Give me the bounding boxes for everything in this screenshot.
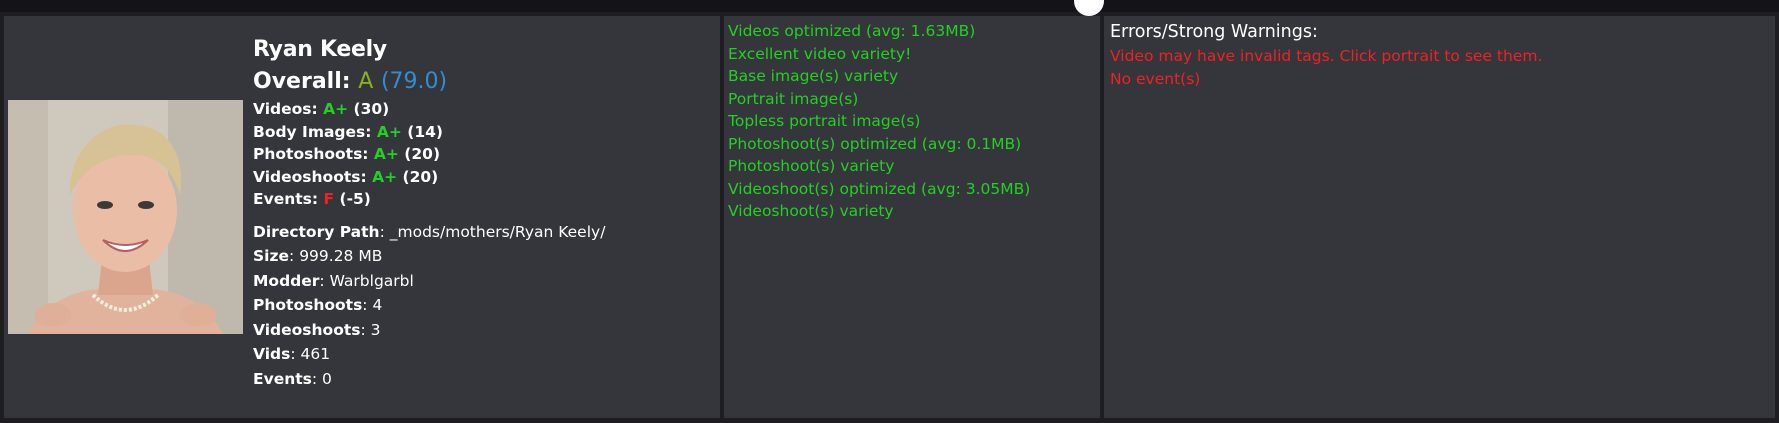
- stat-label: Videoshoots: [253, 167, 361, 186]
- stat-label: Photoshoots: [253, 145, 363, 163]
- stat-colon: :: [362, 145, 369, 163]
- top-bar: [0, 0, 1779, 16]
- meta-colon: :: [290, 345, 296, 364]
- passed-checks-panel: Videos optimized (avg: 1.63MB) Excellent…: [724, 16, 1100, 418]
- stat-count: (-5): [339, 190, 371, 208]
- meta-colon: :: [362, 296, 368, 315]
- check-item: Excellent video variety!: [728, 44, 912, 63]
- stat-colon: :: [360, 167, 367, 186]
- stat-grade: A+: [323, 100, 349, 118]
- error-item: No event(s): [1110, 70, 1201, 88]
- meta-colon: :: [379, 222, 385, 241]
- check-item: Base image(s) variety: [728, 67, 899, 85]
- meta-colon: :: [360, 320, 366, 339]
- meta-value: Warblgarbl: [329, 271, 414, 290]
- check-item: Photoshoot(s) optimized (avg: 0.1MB): [728, 134, 1022, 153]
- meta-label: Directory Path: [253, 222, 380, 241]
- stat-count: (20): [404, 145, 441, 163]
- meta-photoshoots: Photoshoots: 4: [253, 293, 605, 318]
- stat-label: Videos: [253, 100, 312, 118]
- meta-value: 4: [372, 296, 383, 315]
- meta-videoshoots: Videoshoots: 3: [253, 318, 605, 343]
- stat-grade: A+: [372, 167, 398, 186]
- meta-label: Photoshoots: [253, 296, 363, 315]
- meta-events: Events: 0: [253, 367, 605, 392]
- overall-label: Overall:: [253, 69, 351, 94]
- overall-score: (79.0): [380, 69, 448, 94]
- portrait-illustration: [8, 100, 243, 334]
- error-item: Video may have invalid tags. Click portr…: [1110, 47, 1543, 65]
- stat-colon: :: [311, 100, 318, 118]
- meta-label: Size: [253, 247, 290, 266]
- meta-label: Vids: [253, 345, 291, 364]
- errors-title: Errors/Strong Warnings:: [1110, 22, 1318, 42]
- meta-value: 0: [322, 370, 332, 389]
- stat-videoshoots: Videoshoots: A+ (20): [253, 166, 605, 189]
- meta-label: Modder: [253, 271, 320, 290]
- meta-label: Events: [253, 370, 312, 389]
- overall-grade: A: [358, 69, 374, 94]
- meta-value: 999.28 MB: [299, 247, 383, 266]
- check-item: Videoshoot(s) optimized (avg: 3.05MB): [728, 179, 1031, 198]
- profile-name: Ryan Keely: [253, 37, 387, 62]
- passed-checks-list: Videos optimized (avg: 1.63MB) Excellent…: [728, 20, 1030, 223]
- scroll-handle[interactable]: [1074, 0, 1104, 16]
- meta-size: Size: 999.28 MB: [253, 244, 605, 269]
- stat-videos: Videos: A+ (30): [253, 98, 605, 121]
- meta-vids: Vids: 461: [253, 342, 605, 367]
- mod-details: Directory Path: _mods/mothers/Ryan Keely…: [253, 220, 605, 392]
- stat-label: Events: [253, 190, 312, 208]
- errors-list: Errors/Strong Warnings: Video may have i…: [1110, 20, 1542, 91]
- meta-value: 461: [300, 345, 331, 364]
- portrait-image[interactable]: [8, 100, 243, 334]
- grade-stats: Videos: A+ (30) Body Images: A+ (14) Pho…: [253, 98, 605, 211]
- stat-grade: F: [323, 190, 335, 208]
- check-item: Videoshoot(s) variety: [728, 202, 894, 220]
- meta-colon: :: [311, 370, 318, 389]
- meta-colon: :: [289, 247, 295, 266]
- stat-events: Events: F (-5): [253, 188, 605, 211]
- stat-body-images: Body Images: A+ (14): [253, 121, 605, 144]
- stat-colon: :: [365, 122, 372, 141]
- meta-value: _mods/mothers/Ryan Keely/: [389, 222, 606, 241]
- stat-grade: A+: [376, 122, 402, 141]
- stat-colon: :: [311, 190, 319, 208]
- errors-panel: Errors/Strong Warnings: Video may have i…: [1104, 16, 1775, 418]
- meta-colon: :: [319, 271, 325, 290]
- overall-rating: Overall: A (79.0): [253, 66, 605, 98]
- meta-modder: Modder: Warblgarbl: [253, 269, 605, 294]
- stat-count: (30): [353, 100, 390, 118]
- check-item: Portrait image(s): [728, 89, 859, 108]
- meta-value: 3: [370, 320, 381, 339]
- stat-label: Body Images: [253, 122, 366, 141]
- profile-info: Ryan Keely Overall: A (79.0) Videos: A+ …: [253, 34, 605, 392]
- stat-photoshoots: Photoshoots: A+ (20): [253, 143, 605, 166]
- check-item: Photoshoot(s) variety: [728, 157, 895, 175]
- stat-count: (14): [407, 122, 444, 141]
- stat-grade: A+: [373, 145, 399, 163]
- check-item: Videos optimized (avg: 1.63MB): [728, 22, 976, 40]
- check-item: Topless portrait image(s): [728, 112, 921, 130]
- profile-panel: Ryan Keely Overall: A (79.0) Videos: A+ …: [4, 16, 720, 418]
- stat-count: (20): [402, 167, 439, 186]
- meta-label: Videoshoots: [253, 320, 361, 339]
- meta-directory-path: Directory Path: _mods/mothers/Ryan Keely…: [253, 220, 605, 245]
